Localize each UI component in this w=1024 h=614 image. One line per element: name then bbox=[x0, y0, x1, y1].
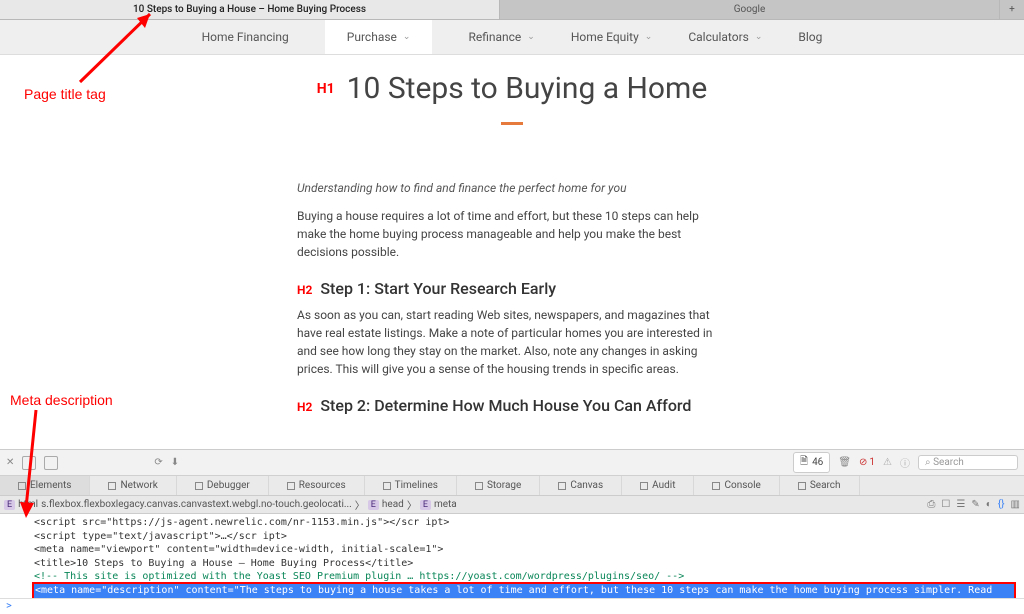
console-prompt[interactable]: > bbox=[0, 598, 1024, 614]
audit-icon bbox=[640, 482, 648, 490]
filter-icon[interactable]: ☰ bbox=[956, 499, 965, 510]
code-line: <!-- This site is optimized with the Yoa… bbox=[34, 570, 1024, 584]
reload-icon[interactable]: ⟳ bbox=[154, 457, 162, 468]
file-icon: 🗎 bbox=[800, 454, 808, 471]
copy-icon[interactable]: ☐ bbox=[941, 499, 950, 510]
url-box[interactable]: 🗎46 bbox=[793, 452, 830, 473]
devtools-panel: ✕ ⟳ ⬇ 🗎46 🗑 ⊘1 ⚠ ⓘ ⌕ Search Elements Net… bbox=[0, 449, 1024, 614]
resources-icon bbox=[287, 482, 295, 490]
h1-badge: H1 bbox=[317, 81, 335, 97]
devtools-search[interactable]: ⌕ Search bbox=[918, 455, 1018, 470]
search-icon bbox=[798, 482, 806, 490]
nav-home-equity[interactable]: Home Equity⌄ bbox=[571, 30, 652, 44]
close-icon[interactable]: ✕ bbox=[6, 457, 14, 468]
storage-icon bbox=[475, 482, 483, 490]
toggle-icon[interactable]: ◐ bbox=[986, 499, 992, 510]
tab-timelines[interactable]: Timelines bbox=[365, 476, 457, 495]
chevron-down-icon: ⌄ bbox=[755, 32, 763, 42]
step1-heading: Step 1: Start Your Research Early bbox=[320, 279, 556, 298]
tab-canvas[interactable]: Canvas bbox=[540, 476, 622, 495]
download-icon[interactable]: ⬇ bbox=[171, 457, 179, 468]
arrow-icon bbox=[68, 6, 168, 86]
error-icon: ⊘ bbox=[859, 457, 867, 468]
h2-badge: H2 bbox=[297, 283, 312, 297]
page-title: 10 Steps to Buying a Home bbox=[347, 71, 708, 106]
code-line: <script src="https://js-agent.newrelic.c… bbox=[34, 516, 1024, 530]
crumb-html[interactable]: E bbox=[4, 500, 15, 510]
warn-icon[interactable]: ⚠ bbox=[883, 457, 892, 468]
nav-calculators[interactable]: Calculators⌄ bbox=[688, 30, 762, 44]
tab-console[interactable]: Console bbox=[694, 476, 779, 495]
console-icon bbox=[712, 482, 720, 490]
search-icon: ⌕ bbox=[925, 457, 931, 468]
nav-blog[interactable]: Blog bbox=[798, 30, 822, 44]
nav-refinance[interactable]: Refinance⌄ bbox=[468, 30, 534, 44]
crumb-head[interactable]: E bbox=[368, 500, 379, 510]
print-icon[interactable]: ⎙ bbox=[927, 499, 935, 510]
new-tab-button[interactable]: + bbox=[1000, 0, 1024, 19]
browser-tab-inactive[interactable]: Google bbox=[500, 0, 1000, 19]
chevron-down-icon: ⌄ bbox=[527, 32, 535, 42]
network-icon bbox=[108, 482, 116, 490]
intro-subtitle: Understanding how to find and finance th… bbox=[297, 181, 727, 195]
h2-badge: H2 bbox=[297, 400, 312, 414]
source-code[interactable]: <script src="https://js-agent.newrelic.c… bbox=[0, 514, 1024, 598]
nav-purchase[interactable]: Purchase⌄ bbox=[325, 20, 433, 54]
page-content: H1 10 Steps to Buying a Home Understandi… bbox=[0, 55, 1024, 415]
tab-audit[interactable]: Audit bbox=[622, 476, 694, 495]
tab-search[interactable]: Search bbox=[780, 476, 860, 495]
code-line: <meta name="viewport" content="width=dev… bbox=[34, 543, 1024, 557]
crumb-classes: s.flexbox.flexboxlegacy.canvas.canvastex… bbox=[41, 499, 352, 510]
annotation-title-tag: Page title tag bbox=[24, 86, 106, 102]
nav-home-financing[interactable]: Home Financing bbox=[202, 30, 289, 44]
tab-network[interactable]: Network bbox=[90, 476, 176, 495]
arrow-icon bbox=[18, 406, 58, 522]
tab-debugger[interactable]: Debugger bbox=[177, 476, 269, 495]
tab-resources[interactable]: Resources bbox=[269, 476, 365, 495]
error-count[interactable]: ⊘1 bbox=[859, 457, 875, 468]
code-line: <script type="text/javascript">…</scr ip… bbox=[34, 530, 1024, 544]
step2-heading: Step 2: Determine How Much House You Can… bbox=[320, 396, 691, 415]
panel-icon[interactable]: ▥ bbox=[1011, 499, 1020, 510]
intro-paragraph: Buying a house requires a lot of time an… bbox=[297, 207, 727, 261]
breadcrumb: Ehtml s.flexbox.flexboxlegacy.canvas.can… bbox=[0, 496, 1024, 514]
chevron-down-icon: ⌄ bbox=[403, 32, 411, 42]
brush-icon[interactable]: ✎ bbox=[971, 499, 979, 510]
tab-storage[interactable]: Storage bbox=[457, 476, 540, 495]
code-line-highlighted: <meta name="description" content="The st… bbox=[34, 584, 1014, 599]
chevron-down-icon: ⌄ bbox=[645, 32, 653, 42]
braces-icon[interactable]: {} bbox=[998, 499, 1005, 510]
annotation-meta-desc: Meta description bbox=[10, 392, 113, 408]
devtools-tabs: Elements Network Debugger Resources Time… bbox=[0, 476, 1024, 496]
canvas-icon bbox=[558, 482, 566, 490]
crumb-meta[interactable]: E bbox=[420, 500, 431, 510]
title-divider bbox=[501, 122, 523, 125]
code-line: <title>10 Steps to Buying a House – Home… bbox=[34, 557, 1024, 571]
tab-title: Google bbox=[734, 4, 766, 15]
timelines-icon bbox=[383, 482, 391, 490]
trash-icon[interactable]: 🗑 bbox=[838, 457, 851, 468]
info-icon[interactable]: ⓘ bbox=[900, 455, 910, 470]
plus-icon: + bbox=[1009, 4, 1015, 15]
debugger-icon bbox=[195, 482, 203, 490]
step1-paragraph: As soon as you can, start reading Web si… bbox=[297, 306, 727, 378]
devtools-toolbar: ✕ ⟳ ⬇ 🗎46 🗑 ⊘1 ⚠ ⓘ ⌕ Search bbox=[0, 450, 1024, 476]
